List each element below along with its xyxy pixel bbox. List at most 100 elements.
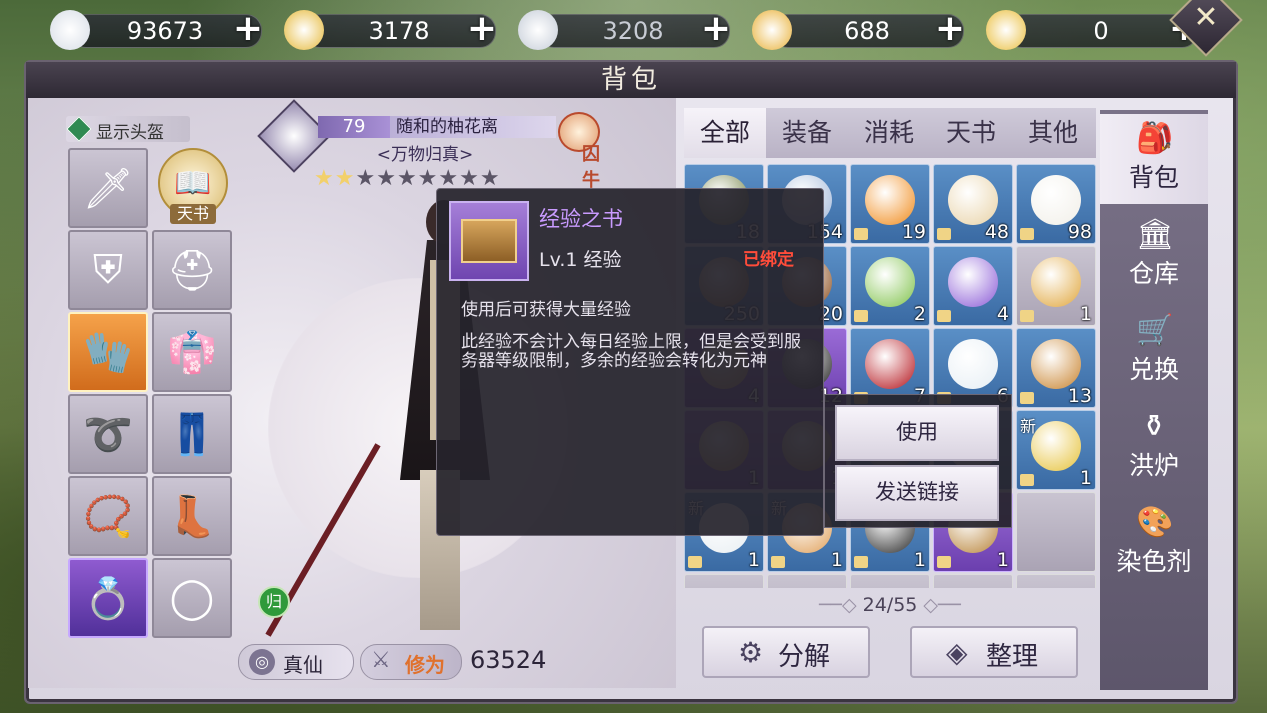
show-helmet-toggle[interactable]: 显示头盔 [66,116,190,143]
boots-icon: 👢 [167,493,217,540]
realm-badge[interactable]: ◎ 真仙 [238,644,354,680]
inventory-slot[interactable] [933,574,1013,588]
equip-slot-belt[interactable]: ➰ [68,394,148,474]
inventory-slot[interactable]: 98 [1016,164,1096,244]
star-empty-icon: ★ [376,166,397,191]
zodiac-badge[interactable]: 囚牛 [548,112,606,191]
bound-status: 已绑定 [743,250,794,270]
locked-gold-ingot-icon [752,10,792,50]
lock-icon [1020,310,1034,322]
book-icon [461,219,517,263]
star-empty-icon: ★ [417,166,439,191]
inventory-slot[interactable]: 1 [1016,246,1096,326]
item-icon [1031,339,1081,389]
show-helmet-label: 显示头盔 [96,123,164,143]
equip-slot-helmet[interactable]: ⛑ [152,230,232,310]
realm-icon: ◎ [249,649,275,675]
use-button[interactable]: 使用 [835,405,999,461]
send-link-button[interactable]: 发送链接 [835,465,999,521]
pants-icon: 👖 [167,411,217,458]
item-count: 4 [996,303,1009,325]
item-count: 1 [996,549,1009,571]
realm-label: 真仙 [283,653,323,677]
sort-label: 整理 [986,642,1039,672]
cultivation-badge: ⚔ 修为 [360,644,462,680]
equip-slot-ring-2[interactable]: ◯ [152,558,232,638]
inventory-slot[interactable] [850,574,930,588]
item-icon [1031,421,1081,471]
item-count: 48 [984,221,1009,243]
inventory-slot[interactable] [767,574,847,588]
lock-icon [1020,228,1034,240]
chest-armor-icon: 👘 [167,329,217,376]
currency-2: 3178 + [284,8,504,52]
nav-dye[interactable]: 🎨 染色剂 [1100,498,1208,588]
nav-warehouse[interactable]: 🏛 仓库 [1100,210,1208,300]
player-level: 79 [318,116,390,138]
helmet-icon: ⛑ [166,247,218,294]
cultivation-label: 修为 [405,653,445,677]
equip-slot-gloves[interactable]: 🧤 [68,312,148,392]
inventory-slot[interactable]: 4 [933,246,1013,326]
item-context-menu: 使用 发送链接 [824,394,1012,528]
add-currency-button[interactable]: + [932,11,968,48]
equip-slot-chest[interactable]: 👘 [152,312,232,392]
equip-slot-weapon[interactable]: 🗡 [68,148,148,228]
lock-icon [1020,474,1034,486]
nav-label: 洪炉 [1128,451,1179,480]
inventory-slot[interactable] [1016,492,1096,572]
gold-ingot-icon [986,10,1026,50]
item-count: 98 [1067,221,1092,243]
equip-slot-ring-1[interactable]: 💍 [68,558,148,638]
tab-1[interactable]: 全部 [684,108,766,158]
currency-4: 688 + [752,8,972,52]
equip-slot-shoulder[interactable]: ⛨ [68,230,148,310]
inventory-slot[interactable]: 48 [933,164,1013,244]
item-icon [1031,175,1081,225]
add-currency-button[interactable]: + [230,11,266,48]
add-currency-button[interactable]: + [698,11,734,48]
nav-furnace[interactable]: ⚱ 洪炉 [1100,402,1208,492]
item-count: 1 [913,549,926,571]
currency-value: 3208 [602,17,664,45]
equip-slot-pants[interactable]: 👖 [152,394,232,474]
inventory-slot[interactable] [684,574,764,588]
panel-title: 背包 [600,65,661,95]
equip-slot-boots[interactable]: 👢 [152,476,232,556]
item-level: Lv.1 经验 [539,249,622,271]
sword-icon: 🗡 [82,165,134,212]
nav-backpack[interactable]: 🎒 背包 [1100,114,1208,204]
equip-slot-necklace[interactable]: 📿 [68,476,148,556]
page-divider-right: ◇── [923,594,961,616]
item-icon [948,339,998,389]
cart-icon: 🛒 [1136,313,1174,348]
tianshu-label: 天书 [170,204,216,224]
player-name: 随和的柚花离 [390,116,556,138]
page-indicator: ──◇ 24/55 ◇── [684,590,1096,620]
nav-cart[interactable]: 🛒 兑换 [1100,306,1208,396]
tab-3[interactable]: 消耗 [848,108,930,158]
cultivation-value: 63524 [470,646,547,674]
lock-icon [1020,392,1034,404]
backpack-icon: 🎒 [1136,121,1174,156]
tab-4[interactable]: 天书 [930,108,1012,158]
inventory-slot[interactable]: 新1 [1016,410,1096,490]
inventory-slot[interactable] [1016,574,1096,588]
nav-label: 兑换 [1128,355,1179,384]
inventory-slot[interactable]: 13 [1016,328,1096,408]
item-icon [1031,257,1081,307]
inventory-slot[interactable]: 19 [850,164,930,244]
sort-button[interactable]: ◈ 整理 [910,626,1078,678]
currency-value: 0 [1093,17,1109,45]
layers-icon: ◈ [946,636,968,669]
decompose-button[interactable]: ⚙ 分解 [702,626,870,678]
lock-icon [854,228,868,240]
tab-5[interactable]: 其他 [1012,108,1094,158]
category-tabs: 全部 装备 消耗 天书 其他 [684,108,1096,158]
right-nav: 🎒 背包 🏛 仓库 🛒 兑换 ⚱ 洪炉 🎨 染色剂 [1100,110,1208,690]
inventory-slot[interactable]: 2 [850,246,930,326]
add-currency-button[interactable]: + [464,11,500,48]
return-badge[interactable]: 归 [258,586,290,618]
tianshu-button[interactable]: 📖 天书 [154,148,230,228]
tab-2[interactable]: 装备 [766,108,848,158]
